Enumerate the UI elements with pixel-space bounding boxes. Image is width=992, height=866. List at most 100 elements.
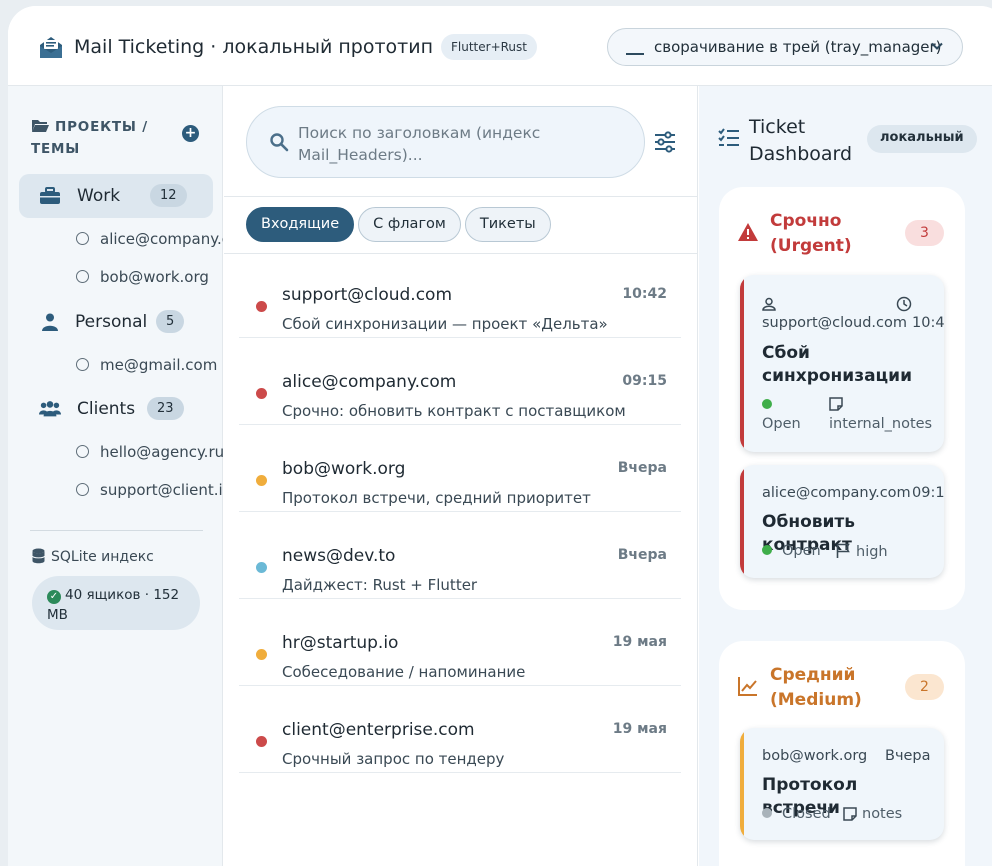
mail-list-item[interactable]: client@enterprise.com 19 мая Срочный запро… (239, 698, 681, 773)
index-label: SQLite индекс (32, 548, 154, 565)
app-header: Mail Ticketing · локальный прототип Flut… (8, 6, 992, 86)
tray-minimize-button[interactable]: сворачивание в трей (tray_manager) (607, 28, 963, 66)
status-dot (762, 545, 772, 555)
sidebar-group-clients[interactable]: Clients 23 (19, 387, 213, 431)
chevron-down-icon (931, 42, 943, 50)
app-title: Mail Ticketing · локальный прототип (74, 36, 434, 58)
mail-sender: news@dev.to (282, 546, 396, 566)
tab-flagged[interactable]: С флагом (358, 207, 461, 242)
group-count-badge: 5 (156, 310, 185, 333)
account-item[interactable]: support@client.io (76, 481, 223, 503)
add-project-button[interactable]: + (182, 125, 199, 142)
ticket-email: support@cloud.com (762, 315, 908, 331)
mail-sender: bob@work.org (282, 459, 406, 479)
account-email: support@client.io (100, 481, 223, 499)
urgent-panel-title: Срочно (Urgent) (770, 211, 852, 256)
ticket-status-label: Open (762, 416, 801, 432)
ticket-status (762, 397, 782, 413)
priority-bar (740, 728, 744, 840)
search-icon (270, 133, 289, 152)
ticket-email: bob@work.org (762, 748, 868, 764)
index-status-pill: ✓ 40 ящиков · 152 MB (32, 576, 200, 630)
mail-subject: Дайджест: Rust + Flutter (282, 576, 478, 594)
group-count-badge: 23 (147, 397, 184, 420)
ticket-notes: notes (843, 806, 902, 822)
app-window: Mail Ticketing · локальный прототип Flut… (8, 6, 992, 866)
person-icon (42, 313, 58, 331)
mail-time: 09:15 (622, 373, 667, 389)
ticket-dashboard: Ticket Dashboard локальный Срочно (Urgen… (699, 86, 992, 866)
priority-dot (256, 649, 267, 660)
filter-settings-icon[interactable] (654, 131, 676, 153)
folder-open-icon (32, 120, 49, 132)
sidebar-group-personal[interactable]: Personal 5 (19, 300, 213, 344)
mail-subject: Сбой синхронизации — проект «Дельта» (282, 315, 608, 333)
sidebar-group-name: Work (77, 186, 121, 206)
sidebar-group-work[interactable]: Work 12 (19, 174, 213, 218)
tab-inbox[interactable]: Входящие (246, 207, 355, 242)
ticket-card[interactable]: alice@company.com 09:15 Обновить контрак… (740, 465, 944, 578)
mail-list-item[interactable]: news@dev.to Вчера Дайджест: Rust + Flutter (239, 524, 681, 599)
ticket-time: 10:42 (912, 315, 944, 331)
priority-dot (256, 736, 267, 747)
search-input[interactable]: Поиск по заголовкам (индекс Mail_Headers… (246, 106, 645, 178)
urgent-count-badge: 3 (905, 220, 944, 246)
sidebar-divider (30, 530, 203, 531)
medium-count-badge: 2 (905, 674, 944, 700)
mail-list-item[interactable]: alice@company.com 09:15 Срочно: обновить к… (239, 350, 681, 425)
tray-button-label: сворачивание в трей (tray_manager) (654, 38, 942, 56)
ticket-priority-label: high (856, 544, 888, 560)
priority-dot (256, 475, 267, 486)
clock-icon (896, 296, 912, 312)
mail-list-item[interactable]: support@cloud.com 10:42 Сбой синхронизации… (239, 263, 681, 338)
ticket-card[interactable]: support@cloud.com 10:42 Сбой синхронизац… (740, 275, 944, 452)
mail-list-item[interactable]: hr@startup.io 19 мая Собеседование / напом… (239, 611, 681, 686)
ticket-time: Вчера (885, 748, 931, 764)
sidebar-group-name: Personal (75, 312, 148, 332)
trend-chart-icon (738, 677, 757, 696)
urgent-panel: Срочно (Urgent) 3 support@cloud.com 10:4… (719, 187, 965, 610)
warning-icon (738, 223, 758, 241)
account-email: hello@agency.ru (100, 443, 223, 461)
ticket-notes-label: notes (862, 806, 903, 822)
priority-dot (256, 301, 267, 312)
database-icon (32, 548, 45, 564)
note-icon (843, 807, 857, 821)
account-status-icon (76, 232, 89, 245)
status-dot (762, 808, 772, 818)
mail-time: Вчера (617, 547, 667, 563)
account-item[interactable]: hello@agency.ru (76, 443, 223, 465)
mail-sender: support@cloud.com (282, 285, 453, 305)
search-divider (224, 196, 698, 197)
account-status-icon (76, 270, 89, 283)
status-dot (762, 399, 772, 409)
mail-sender: hr@startup.io (282, 633, 399, 653)
mail-subject: Срочно: обновить контракт с поставщиком (282, 402, 626, 420)
flag-icon (836, 543, 850, 558)
account-item[interactable]: me@gmail.com (76, 356, 223, 378)
ticket-notes-label: internal_notes (829, 416, 933, 432)
account-email: alice@company.com (100, 230, 223, 248)
index-stats: 40 ящиков · 152 MB (47, 587, 180, 623)
ticket-status-label: Closed (782, 806, 831, 822)
ticket-priority: high (836, 543, 888, 560)
medium-panel: Средний (Medium) 2 bob@work.org Вчера Пр… (719, 641, 965, 866)
account-status-icon (76, 483, 89, 496)
tab-tickets[interactable]: Тикеты (464, 207, 551, 242)
mail-subject: Протокол встречи, средний приоритет (282, 489, 591, 507)
account-item[interactable]: alice@company.com (76, 230, 223, 252)
account-item[interactable]: bob@work.org (76, 268, 223, 290)
checklist-icon (718, 128, 739, 146)
check-circle-icon: ✓ (47, 590, 61, 604)
minimize-icon (626, 53, 644, 55)
account-status-icon (76, 358, 89, 371)
ticket-card[interactable]: bob@work.org Вчера Протокол встречи Clos… (740, 728, 944, 840)
account-email: me@gmail.com (100, 356, 218, 374)
mail-sender: alice@company.com (282, 372, 457, 392)
user-icon (762, 297, 776, 311)
mail-list-item[interactable]: bob@work.org Вчера Протокол встречи, средн… (239, 437, 681, 512)
ticket-title: Сбой синхронизации (762, 343, 912, 386)
ticket-status: Closed (762, 806, 831, 822)
ticket-status-label: Open (782, 543, 821, 559)
people-icon (39, 401, 61, 417)
